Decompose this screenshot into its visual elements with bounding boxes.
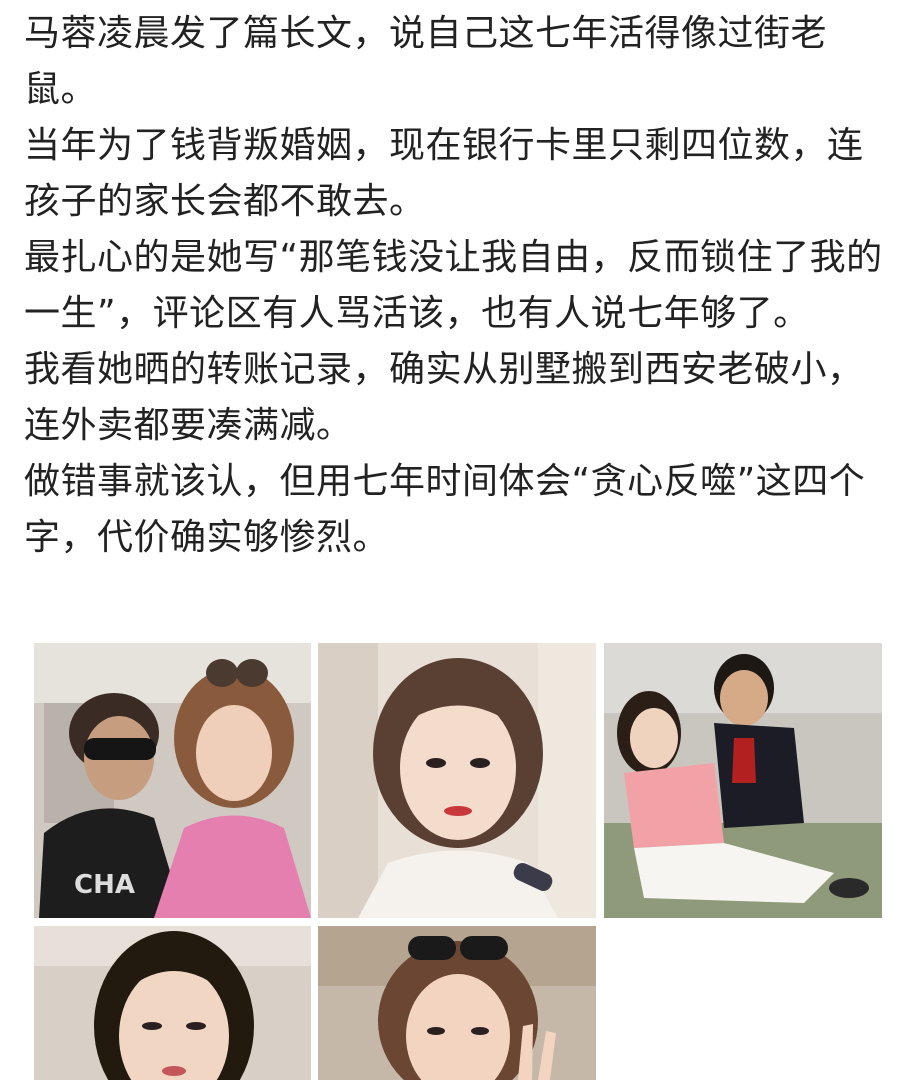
post-text: 马蓉凌晨发了篇长文，说自己这七年活得像过街老鼠。 当年为了钱背叛婚姻，现在银行卡… xyxy=(24,6,884,566)
post-paragraph: 当年为了钱背叛婚姻，现在银行卡里只剩四位数，连孩子的家长会都不敢去。 xyxy=(24,125,864,222)
photo-woman-peace-sign[interactable] xyxy=(318,926,596,1080)
post-paragraph: 马蓉凌晨发了篇长文，说自己这七年活得像过街老鼠。 xyxy=(24,13,828,110)
photo-woman-portrait[interactable] xyxy=(318,643,596,918)
photo-grid: CHA xyxy=(34,643,882,1080)
svg-text:CHA: CHA xyxy=(74,870,135,900)
post-paragraph: 我看她晒的转账记录，确实从别墅搬到西安老破小，连外卖都要凑满减。 xyxy=(24,349,864,446)
photo-woman-closeup[interactable] xyxy=(34,926,311,1080)
photo-couple-selfie[interactable]: CHA xyxy=(34,643,311,918)
photo-couple-hug[interactable] xyxy=(604,643,882,918)
post-paragraph: 做错事就该认，但用七年时间体会“贪心反噬”这四个字，代价确实够惨烈。 xyxy=(24,461,866,558)
post-paragraph: 最扎心的是她写“那笔钱没让我自由，反而锁住了我的一生”，评论区有人骂活该，也有人… xyxy=(24,237,883,334)
